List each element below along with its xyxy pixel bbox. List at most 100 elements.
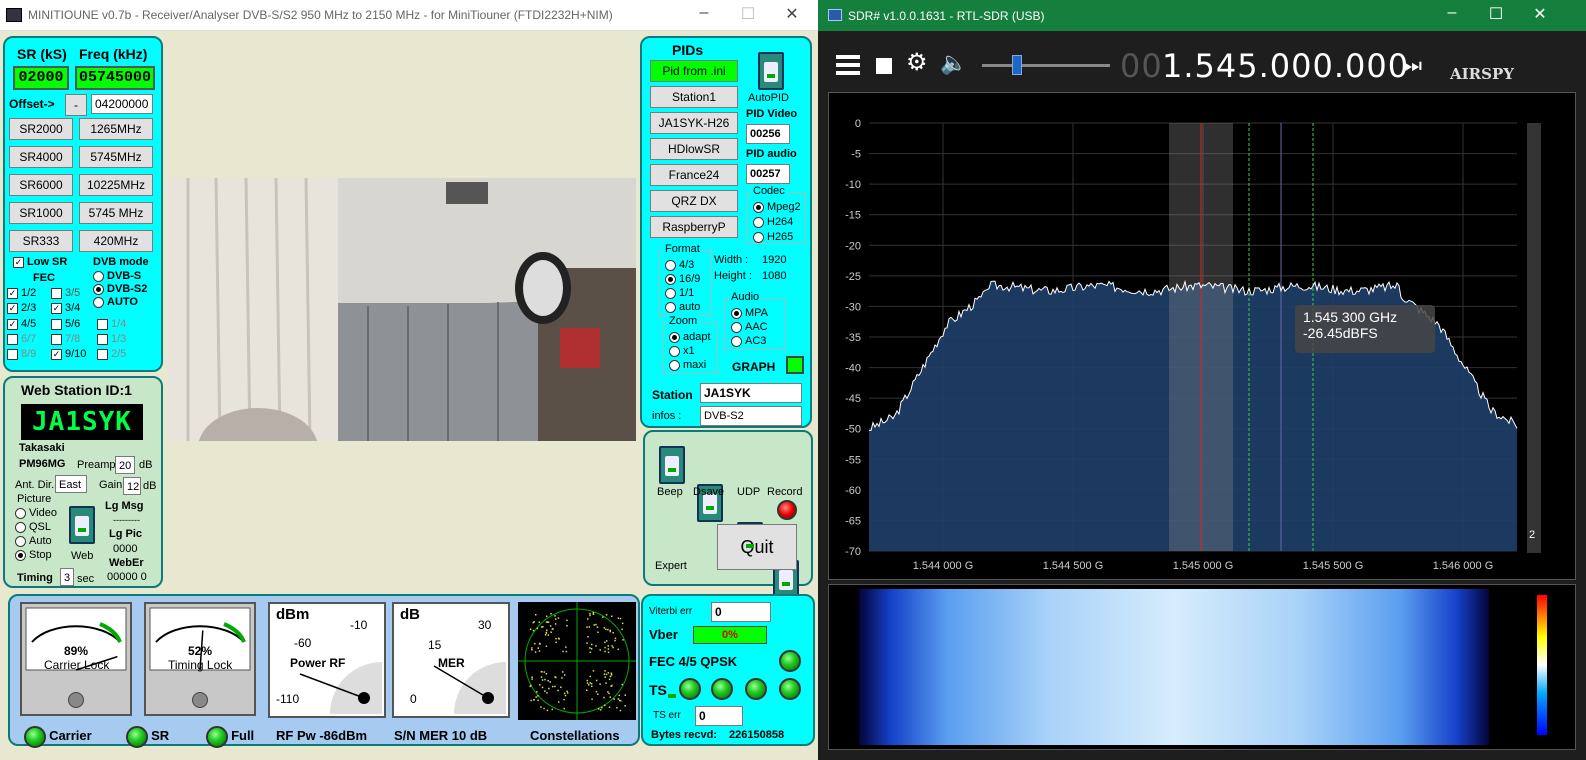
low-sr-checkbox[interactable]: ✓ Low SR	[13, 256, 67, 268]
menu-icon[interactable]	[836, 55, 860, 75]
codec-h265-radio[interactable]: H265	[753, 231, 793, 243]
format-auto-radio[interactable]: auto	[665, 301, 700, 313]
freq-10225-button[interactable]: 10225MHz	[79, 174, 153, 196]
gear-icon[interactable]: ⚙	[906, 51, 928, 75]
sr2000-button[interactable]: SR2000	[9, 118, 73, 140]
skip-icon[interactable]: ⏭	[1404, 55, 1422, 78]
autopid-switch[interactable]	[758, 52, 784, 90]
maximize-icon[interactable]: ☐	[726, 4, 770, 24]
offset-sign-button[interactable]: -	[65, 94, 87, 116]
pid-video-input[interactable]: 00256	[746, 124, 790, 144]
fec-3-5-checkbox[interactable]: 3/5	[51, 287, 80, 299]
fec-5-6-checkbox[interactable]: 5/6	[51, 318, 80, 330]
fec-1-4-checkbox[interactable]: 1/4	[97, 318, 126, 330]
constellation-point	[592, 613, 595, 615]
minimize-icon[interactable]: –	[682, 4, 726, 22]
infos-input[interactable]: DVB-S2	[700, 406, 802, 426]
sdr-close-icon[interactable]: ✕	[1518, 4, 1562, 24]
video-image	[168, 178, 636, 441]
pid-raspberryp-button[interactable]: RaspberryP	[650, 216, 738, 238]
graph-toggle[interactable]	[786, 356, 804, 374]
fec-2-3-checkbox[interactable]: ✓ 2/3	[7, 302, 36, 314]
beep-switch[interactable]	[659, 446, 685, 484]
fec-4-5-checkbox[interactable]: ✓ 4/5	[7, 318, 36, 330]
fec-2-5-checkbox[interactable]: 2/5	[97, 348, 126, 360]
carrier-lock-meter: 89% Carrier Lock	[20, 602, 132, 716]
pid-audio-input[interactable]: 00257	[746, 164, 790, 184]
close-icon[interactable]: ✕	[770, 4, 814, 24]
fec-7-8-checkbox[interactable]: 7/8	[51, 333, 80, 345]
fec-9-10-checkbox[interactable]: ✓ 9/10	[51, 348, 86, 360]
city-label: Takasaki	[19, 442, 65, 454]
format-1-1-radio[interactable]: 1/1	[665, 287, 694, 299]
stop-icon[interactable]	[876, 58, 892, 74]
gain-input[interactable]: 12	[123, 477, 141, 495]
web-switch[interactable]	[69, 506, 95, 544]
audio-mpa-radio[interactable]: MPA	[731, 307, 768, 319]
freq-420-button[interactable]: 420MHz	[79, 230, 153, 252]
constellation-point	[545, 673, 548, 675]
dvb-s2-radio[interactable]: DVB-S2	[93, 283, 147, 295]
fec-1-2-checkbox[interactable]: ✓ 1/2	[7, 287, 36, 299]
spectrum-scale-bar[interactable]	[1527, 123, 1541, 553]
pid-france24-button[interactable]: France24	[650, 164, 738, 186]
fec-1-3-checkbox[interactable]: 1/3	[97, 333, 126, 345]
waterfall-panel[interactable]	[828, 584, 1576, 750]
fec-led	[779, 650, 801, 672]
video-frame	[168, 178, 636, 441]
fec-8-9-checkbox[interactable]: 8/9	[7, 348, 36, 360]
constellation-point	[531, 649, 533, 651]
pid-hdlowsr-button[interactable]: HDlowSR	[650, 138, 738, 160]
fec-6-7-checkbox[interactable]: 6/7	[7, 333, 36, 345]
zoom-x1-radio[interactable]: x1	[669, 345, 695, 357]
freq-display[interactable]: 05745000	[75, 66, 155, 90]
spectrum-plot[interactable]: 0 -5 -10 -15 -20 -25 -30 -35 -40 -45 -50 -55 -60 -65 -…	[829, 93, 1577, 581]
sr6000-button[interactable]: SR6000	[9, 174, 73, 196]
constellation-point	[604, 676, 606, 678]
audio-aac-radio[interactable]: AAC	[731, 321, 768, 333]
auto-radio[interactable]: AUTO	[93, 296, 138, 308]
sr333-button[interactable]: SR333	[9, 230, 73, 252]
picture-qsl-radio[interactable]: QSL	[15, 521, 51, 533]
freq-5745-button[interactable]: 5745MHz	[79, 146, 153, 168]
constellation-point	[609, 696, 611, 698]
picture-stop-radio[interactable]: Stop	[15, 549, 52, 561]
sdr-maximize-icon[interactable]: ☐	[1474, 4, 1518, 24]
picture-auto-radio[interactable]: Auto	[15, 535, 52, 547]
zoom-maxi-radio[interactable]: maxi	[669, 359, 706, 371]
volume-slider-thumb[interactable]	[1012, 55, 1022, 75]
ant-dir-input[interactable]: East	[55, 475, 87, 493]
pid-station1-button[interactable]: Station1	[650, 86, 738, 108]
preamp-input[interactable]: 20	[115, 456, 135, 474]
quit-button[interactable]: Quit	[717, 524, 797, 570]
sr-display[interactable]: 02000	[13, 66, 69, 90]
format-4-3-radio[interactable]: 4/3	[665, 259, 694, 271]
constellation-point	[561, 677, 563, 679]
timing-input[interactable]: 3	[60, 568, 74, 586]
spectrum-panel[interactable]: 0 -5 -10 -15 -20 -25 -30 -35 -40 -45 -50 -55 -60 -65 -…	[828, 92, 1576, 580]
constellation-point	[612, 632, 614, 634]
volume-slider[interactable]	[982, 55, 1110, 75]
pid-qrzdx-button[interactable]: QRZ DX	[650, 190, 738, 212]
volume-icon[interactable]: 🔈	[940, 51, 967, 75]
audio-ac3-radio[interactable]: AC3	[731, 335, 766, 347]
fec-3-4-checkbox[interactable]: ✓ 3/4	[51, 302, 80, 314]
picture-video-radio[interactable]: Video	[15, 507, 57, 519]
frequency-display[interactable]: 1.545.000.000	[1162, 47, 1409, 85]
freq-1265-button[interactable]: 1265MHz	[79, 118, 153, 140]
zoom-adapt-radio[interactable]: adapt	[669, 331, 711, 343]
pid-from-ini-button[interactable]: Pid from .ini	[650, 60, 738, 82]
pid-ja1syk-button[interactable]: JA1SYK-H26	[650, 112, 738, 134]
offset-input[interactable]: 04200000	[91, 94, 153, 114]
station-input[interactable]: JA1SYK	[700, 383, 802, 403]
sdr-minimize-icon[interactable]: –	[1430, 4, 1474, 22]
format-16-9-radio[interactable]: 16/9	[665, 273, 700, 285]
dvb-s-radio[interactable]: DVB-S	[93, 270, 141, 282]
codec-h264-radio[interactable]: H264	[753, 216, 793, 228]
sr4000-button[interactable]: SR4000	[9, 146, 73, 168]
sr1000-button[interactable]: SR1000	[9, 202, 73, 224]
codec-mpeg2-radio[interactable]: Mpeg2	[753, 201, 801, 213]
zoom-label: Zoom	[667, 315, 700, 327]
constellation-point	[543, 707, 545, 710]
freq-5745b-button[interactable]: 5745 MHz	[79, 202, 153, 224]
